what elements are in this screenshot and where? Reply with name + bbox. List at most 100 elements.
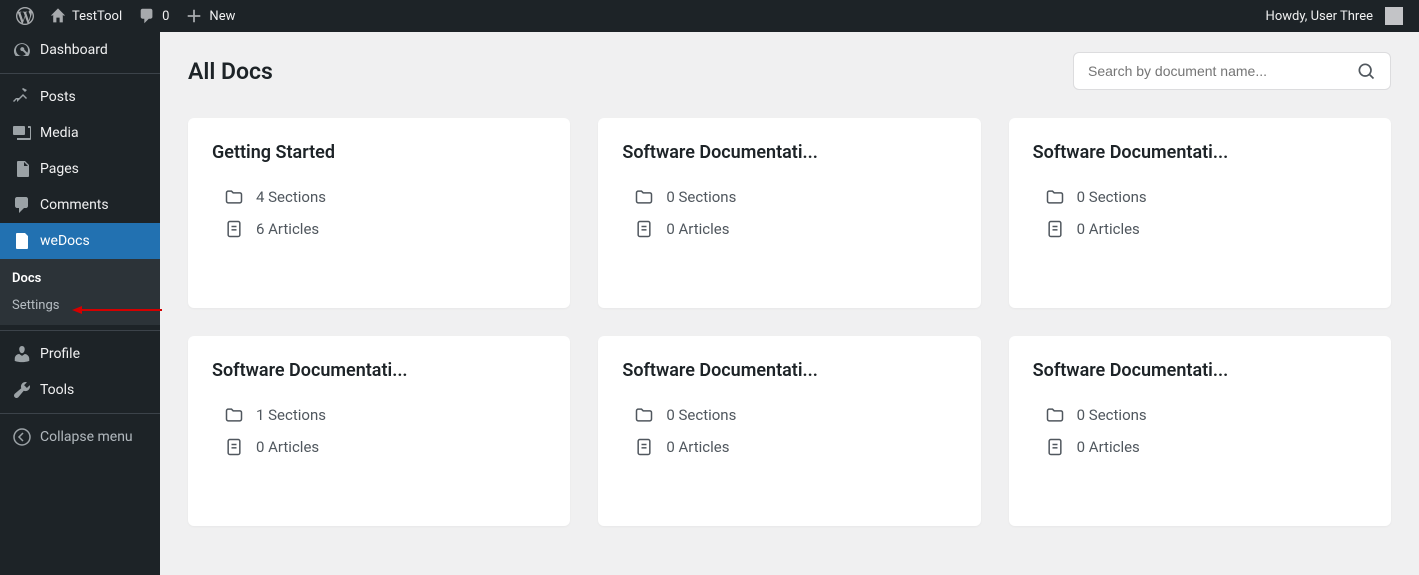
sidebar-item-label: Dashboard — [40, 42, 108, 58]
doc-card[interactable]: Getting Started 4 Sections 6 Articles — [188, 118, 570, 308]
plus-icon — [185, 7, 203, 25]
doc-card[interactable]: Software Documentati... 0 Sections 0 Art… — [1009, 118, 1391, 308]
articles-text: 0 Articles — [666, 220, 729, 238]
comments-icon — [12, 195, 32, 215]
sidebar-item-tools[interactable]: Tools — [0, 372, 160, 408]
doc-card-articles: 0 Articles — [1033, 219, 1367, 239]
avatar — [1385, 7, 1403, 25]
doc-card-title: Software Documentati... — [622, 142, 956, 163]
doc-card-sections: 4 Sections — [212, 187, 546, 207]
comments-link[interactable]: 0 — [130, 0, 177, 32]
document-icon — [224, 437, 244, 457]
sidebar-item-label: weDocs — [40, 233, 90, 249]
document-icon — [634, 219, 654, 239]
doc-card-title: Software Documentati... — [1033, 360, 1367, 381]
sections-text: 1 Sections — [256, 406, 326, 424]
collapse-icon — [12, 427, 32, 447]
articles-text: 0 Articles — [1077, 438, 1140, 456]
folder-icon — [634, 405, 654, 425]
sidebar-item-label: Comments — [40, 197, 109, 213]
doc-card-sections: 1 Sections — [212, 405, 546, 425]
doc-card[interactable]: Software Documentati... 1 Sections 0 Art… — [188, 336, 570, 526]
docs-grid: Getting Started 4 Sections 6 Articles So… — [188, 118, 1391, 526]
doc-card-title: Software Documentati... — [1033, 142, 1367, 163]
search-box[interactable] — [1073, 52, 1391, 90]
search-icon — [1356, 61, 1376, 81]
sidebar-item-comments[interactable]: Comments — [0, 187, 160, 223]
sidebar-sub-docs[interactable]: Docs — [0, 265, 160, 292]
sidebar-item-collapse[interactable]: Collapse menu — [0, 419, 160, 455]
sidebar-item-label: Collapse menu — [40, 429, 133, 445]
doc-card-sections: 0 Sections — [1033, 405, 1367, 425]
greeting-text: Howdy, User Three — [1266, 9, 1373, 24]
doc-card-articles: 0 Articles — [212, 437, 546, 457]
site-name: TestTool — [72, 9, 122, 24]
doc-card-articles: 0 Articles — [1033, 437, 1367, 457]
sidebar-item-posts[interactable]: Posts — [0, 79, 160, 115]
doc-card[interactable]: Software Documentati... 0 Sections 0 Art… — [598, 118, 980, 308]
search-input[interactable] — [1088, 63, 1346, 79]
wedocs-icon — [12, 231, 32, 251]
sections-text: 0 Sections — [1077, 406, 1147, 424]
doc-card-articles: 0 Articles — [622, 437, 956, 457]
sections-text: 4 Sections — [256, 188, 326, 206]
admin-bar: TestTool 0 New Howdy, User Three — [0, 0, 1419, 32]
wordpress-icon — [16, 7, 34, 25]
articles-text: 0 Articles — [256, 438, 319, 456]
sidebar-sub-settings[interactable]: Settings — [0, 292, 160, 319]
sidebar-item-label: Media — [40, 125, 79, 141]
main-content: All Docs Getting Started 4 Sections 6 Ar… — [160, 32, 1419, 575]
new-label: New — [209, 9, 235, 24]
doc-card-sections: 0 Sections — [622, 187, 956, 207]
wp-logo[interactable] — [8, 0, 42, 32]
profile-icon — [12, 344, 32, 364]
doc-card[interactable]: Software Documentati... 0 Sections 0 Art… — [598, 336, 980, 526]
site-name-link[interactable]: TestTool — [42, 0, 130, 32]
sidebar-item-dashboard[interactable]: Dashboard — [0, 32, 160, 68]
document-icon — [1045, 437, 1065, 457]
tools-icon — [12, 380, 32, 400]
document-icon — [634, 437, 654, 457]
folder-icon — [1045, 187, 1065, 207]
folder-icon — [634, 187, 654, 207]
doc-card-title: Software Documentati... — [622, 360, 956, 381]
doc-card-sections: 0 Sections — [622, 405, 956, 425]
page-title: All Docs — [188, 58, 273, 85]
sections-text: 0 Sections — [666, 406, 736, 424]
articles-text: 0 Articles — [666, 438, 729, 456]
folder-icon — [224, 187, 244, 207]
articles-text: 6 Articles — [256, 220, 319, 238]
sidebar-submenu: Docs Settings — [0, 259, 160, 325]
user-greeting[interactable]: Howdy, User Three — [1258, 0, 1411, 32]
dashboard-icon — [12, 40, 32, 60]
document-icon — [1045, 219, 1065, 239]
sidebar-item-pages[interactable]: Pages — [0, 151, 160, 187]
sidebar-item-label: Tools — [40, 382, 74, 398]
folder-icon — [1045, 405, 1065, 425]
doc-card-articles: 6 Articles — [212, 219, 546, 239]
sidebar-item-media[interactable]: Media — [0, 115, 160, 151]
document-icon — [224, 219, 244, 239]
sidebar-item-label: Pages — [40, 161, 79, 177]
admin-sidebar: Dashboard Posts Media Pages Comments weD… — [0, 32, 160, 575]
page-icon — [12, 159, 32, 179]
doc-card[interactable]: Software Documentati... 0 Sections 0 Art… — [1009, 336, 1391, 526]
doc-card-sections: 0 Sections — [1033, 187, 1367, 207]
sidebar-item-wedocs[interactable]: weDocs — [0, 223, 160, 259]
comment-icon — [138, 7, 156, 25]
media-icon — [12, 123, 32, 143]
doc-card-title: Getting Started — [212, 142, 546, 163]
sections-text: 0 Sections — [666, 188, 736, 206]
sidebar-item-label: Profile — [40, 346, 80, 362]
doc-card-title: Software Documentati... — [212, 360, 546, 381]
new-link[interactable]: New — [177, 0, 243, 32]
folder-icon — [224, 405, 244, 425]
doc-card-articles: 0 Articles — [622, 219, 956, 239]
articles-text: 0 Articles — [1077, 220, 1140, 238]
sidebar-item-label: Posts — [40, 89, 76, 105]
sidebar-item-profile[interactable]: Profile — [0, 336, 160, 372]
home-icon — [50, 8, 66, 24]
sections-text: 0 Sections — [1077, 188, 1147, 206]
comment-count: 0 — [162, 9, 169, 24]
pin-icon — [12, 87, 32, 107]
